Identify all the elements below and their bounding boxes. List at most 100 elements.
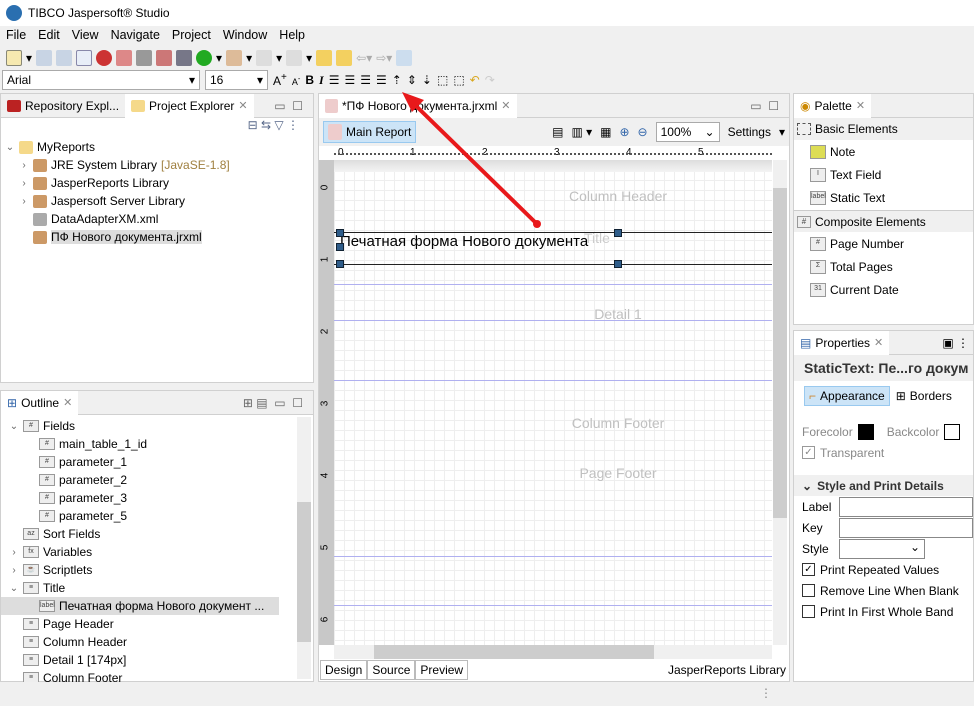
menu-navigate[interactable]: Navigate [105,28,166,46]
font-size-select[interactable]: 16 ▾ [205,70,268,90]
print-option[interactable]: Remove Line When Blank [794,580,973,601]
debug-icon[interactable] [96,50,113,66]
font-select[interactable]: Arial ▾ [2,70,200,90]
close-icon[interactable]: ✕ [63,396,72,409]
align-right-icon[interactable]: ☰ [360,73,371,87]
compile-icon[interactable]: ▥ ▾ [571,125,592,139]
outline-item[interactable]: az Sort Fields [1,525,313,543]
explorer-toolbar[interactable]: ⊟ ⇆ ▽ ⋮ [1,118,313,138]
outline-item[interactable]: # parameter_1 [1,453,313,471]
backcolor-swatch[interactable] [944,423,961,440]
publish-icon[interactable]: ▦ [600,125,611,139]
band-column-footer[interactable] [334,556,772,557]
band-detail-1[interactable] [334,380,772,381]
tab-design[interactable]: Design [320,660,368,680]
palette-item[interactable]: # Page Number [810,232,973,255]
palette-item[interactable]: imgImage [810,209,973,210]
menu-project[interactable]: Project [166,28,217,46]
transparent-checkbox[interactable]: ✓ [802,446,815,459]
palette-item[interactable]: 31 Current Date [810,278,973,301]
basic-elements-drawer[interactable]: Basic Elements [794,118,973,140]
settings-button[interactable]: Settings [728,125,771,139]
static-text-element[interactable]: Печатная форма Нового документа [340,233,588,250]
outline-item[interactable]: # parameter_2 [1,471,313,489]
tab-palette[interactable]: ◉ Palette ✕ [794,93,872,118]
chevron-down-icon[interactable]: ⌄ [5,142,15,153]
menu-edit[interactable]: Edit [32,28,66,46]
chevron-right-icon[interactable]: › [19,196,29,207]
palette-item[interactable]: label Static Text [810,186,973,209]
key-input[interactable] [839,517,973,538]
align-bottom-icon[interactable]: ⇣ [422,73,432,87]
close-icon[interactable]: ✕ [874,336,883,349]
checkbox[interactable] [802,605,815,618]
checkbox[interactable]: ✓ [802,563,815,576]
palette-item[interactable]: Note [810,140,973,163]
minimize-maximize-icons[interactable]: ▭ ☐ [274,99,303,113]
checkbox[interactable] [802,584,815,597]
save-all-icon[interactable] [56,50,73,66]
tab-preview[interactable]: Preview [415,660,469,680]
increase-font-icon[interactable]: A+ [273,72,287,88]
compile-icon[interactable] [76,50,93,66]
palette-item[interactable]: I Text Field [810,163,973,186]
band-page-footer[interactable] [334,605,772,606]
export-icon[interactable] [286,50,303,66]
report-canvas[interactable]: Title Печатная форма Нового документа Pa… [334,160,772,645]
menu-window[interactable]: Window [217,28,273,46]
forward-icon[interactable]: ⇨▾ [376,51,392,65]
tab-outline[interactable]: ⊞ Outline ✕ [1,390,79,415]
run-icon[interactable] [196,50,213,66]
align-center-icon[interactable]: ☰ [344,73,355,87]
palette-item[interactable]: calTime [810,301,973,302]
tab-repository-explorer[interactable]: Repository Expl... [1,94,125,118]
chevron-right-icon[interactable]: › [19,160,29,171]
align-left-icon[interactable]: ☰ [329,73,340,87]
undo-icon[interactable]: ↶ [470,73,480,87]
italic-button[interactable]: I [319,73,324,88]
outline-item[interactable]: ≡ Column Header [1,633,313,651]
outline-item[interactable]: # parameter_5 [1,507,313,525]
outline-item[interactable]: ≡ Detail 1 [174px] [1,651,313,669]
tab-source[interactable]: Source [367,660,416,680]
close-icon[interactable]: ✕ [856,99,865,112]
chevron-down-icon[interactable]: ⌄ [9,583,19,594]
pen-icon[interactable] [226,50,243,66]
outline-item[interactable]: › ☕ Scriptlets [1,561,313,579]
outline-item[interactable]: ⌄ ≡ Title [1,579,313,597]
print-option[interactable]: Print In First Whole Band [794,601,973,622]
style-select[interactable]: ⌄ [839,538,925,559]
edit-report-icon[interactable] [156,50,173,66]
tab-report-file[interactable]: *ПФ Нового документа.jrxml ✕ [319,93,517,118]
tree-item[interactable]: ПФ Нового документа.jrxml [5,228,313,246]
tab-properties[interactable]: ▤ Properties ✕ [794,330,890,355]
main-report-button[interactable]: Main Report [323,121,417,143]
close-icon[interactable]: ✕ [238,99,247,112]
justify-icon[interactable]: ☰ [376,73,387,87]
new-icon[interactable] [6,50,22,66]
redo-icon[interactable]: ↷ [485,73,495,87]
server-icon[interactable] [176,50,193,66]
back-icon[interactable]: ⇦▾ [356,51,372,65]
label-input[interactable] [839,496,973,517]
tree-item[interactable]: › Jaspersoft Server Library [5,192,313,210]
chevron-right-icon[interactable]: › [9,547,19,558]
align-top-icon[interactable]: ⇡ [392,73,402,87]
palette-item[interactable]: Σ Total Pages [810,255,973,278]
zoom-select[interactable]: 100% ⌄ [655,122,720,142]
forward-edit-icon[interactable] [336,50,353,66]
center-icon[interactable]: ⬚ [453,73,464,87]
tree-item[interactable]: › JasperReports Library [5,174,313,192]
outline-item[interactable]: › fx Variables [1,543,313,561]
tab-appearance[interactable]: ⌐ Appearance [804,386,890,406]
open-perspective-icon[interactable] [396,50,413,66]
size-icon[interactable]: ⬚ [437,73,448,87]
tree-item[interactable]: ⌄ MyReports [5,138,313,156]
tab-borders[interactable]: ⊞ Borders [896,389,952,403]
menu-file[interactable]: File [0,28,32,46]
save-icon[interactable] [36,50,53,66]
menu-view[interactable]: View [66,28,105,46]
composite-elements-drawer[interactable]: # Composite Elements [794,210,973,232]
vertical-scrollbar[interactable] [773,160,787,645]
new-data-adapter-icon[interactable] [136,50,153,66]
